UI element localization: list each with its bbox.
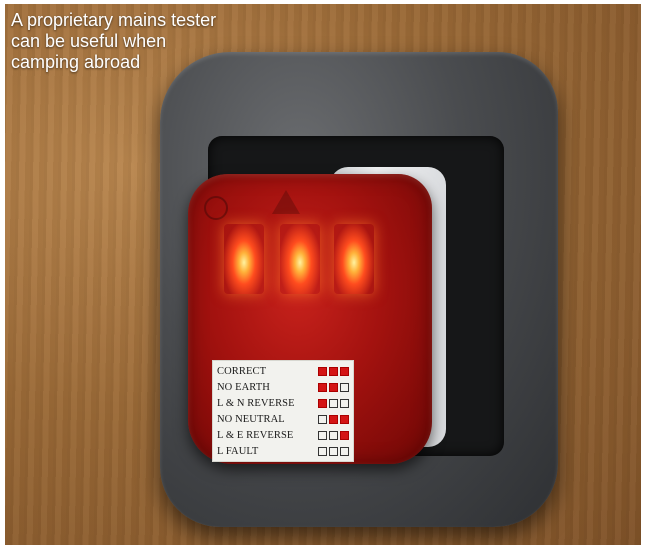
caption-line: can be useful when: [11, 31, 167, 51]
legend-label: L & N REVERSE: [217, 397, 295, 409]
lamp-off-square: [329, 446, 338, 456]
legend-label: L & E REVERSE: [217, 429, 294, 441]
lamp-off-square: [340, 382, 349, 392]
lamp-off-square: [340, 446, 349, 456]
legend-indicators: [318, 382, 349, 392]
legend-indicators: [318, 366, 349, 376]
legend-indicators: [318, 398, 349, 408]
lamp-on-square: [340, 414, 349, 424]
lamp-off-square: [329, 398, 338, 408]
lamp-off-square: [318, 446, 327, 456]
legend-row: L & E REVERSE: [217, 427, 349, 443]
legend-row: NO NEUTRAL: [217, 411, 349, 427]
lamp-on-square: [329, 414, 338, 424]
lamp-on-square: [318, 366, 327, 376]
legend-label: NO NEUTRAL: [217, 413, 285, 425]
lamp-on-square: [318, 382, 327, 392]
legend-label: CORRECT: [217, 365, 267, 377]
lamp-on-square: [340, 430, 349, 440]
lamp-on-square: [329, 382, 338, 392]
lamp-on-square: [318, 398, 327, 408]
mains-tester: CORRECT NO EARTH L & N REVERSE NO NEUTRA…: [188, 174, 432, 464]
lamp-off-square: [318, 430, 327, 440]
lamp-on-square: [340, 366, 349, 376]
wall-socket: CORRECT NO EARTH L & N REVERSE NO NEUTRA…: [160, 52, 558, 527]
lamp-off-square: [340, 398, 349, 408]
legend-indicators: [318, 414, 349, 424]
fault-legend: CORRECT NO EARTH L & N REVERSE NO NEUTRA…: [212, 360, 354, 462]
legend-indicators: [318, 430, 349, 440]
photo: A proprietary mains tester can be useful…: [5, 4, 641, 545]
lamp-off-square: [329, 430, 338, 440]
legend-label: L FAULT: [217, 445, 259, 457]
caption-line: A proprietary mains tester: [11, 10, 217, 30]
lamp-on-square: [329, 366, 338, 376]
legend-indicators: [318, 446, 349, 456]
legend-row: NO EARTH: [217, 379, 349, 395]
indicator-lamp: [224, 224, 264, 294]
indicator-lamp: [334, 224, 374, 294]
legend-row: L & N REVERSE: [217, 395, 349, 411]
warning-triangle-icon: [272, 190, 300, 214]
lamp-off-square: [318, 414, 327, 424]
legend-row: L FAULT: [217, 443, 349, 459]
legend-label: NO EARTH: [217, 381, 270, 393]
indicator-lamp: [280, 224, 320, 294]
tester-logo-icon: [204, 196, 228, 220]
legend-row: CORRECT: [217, 363, 349, 379]
